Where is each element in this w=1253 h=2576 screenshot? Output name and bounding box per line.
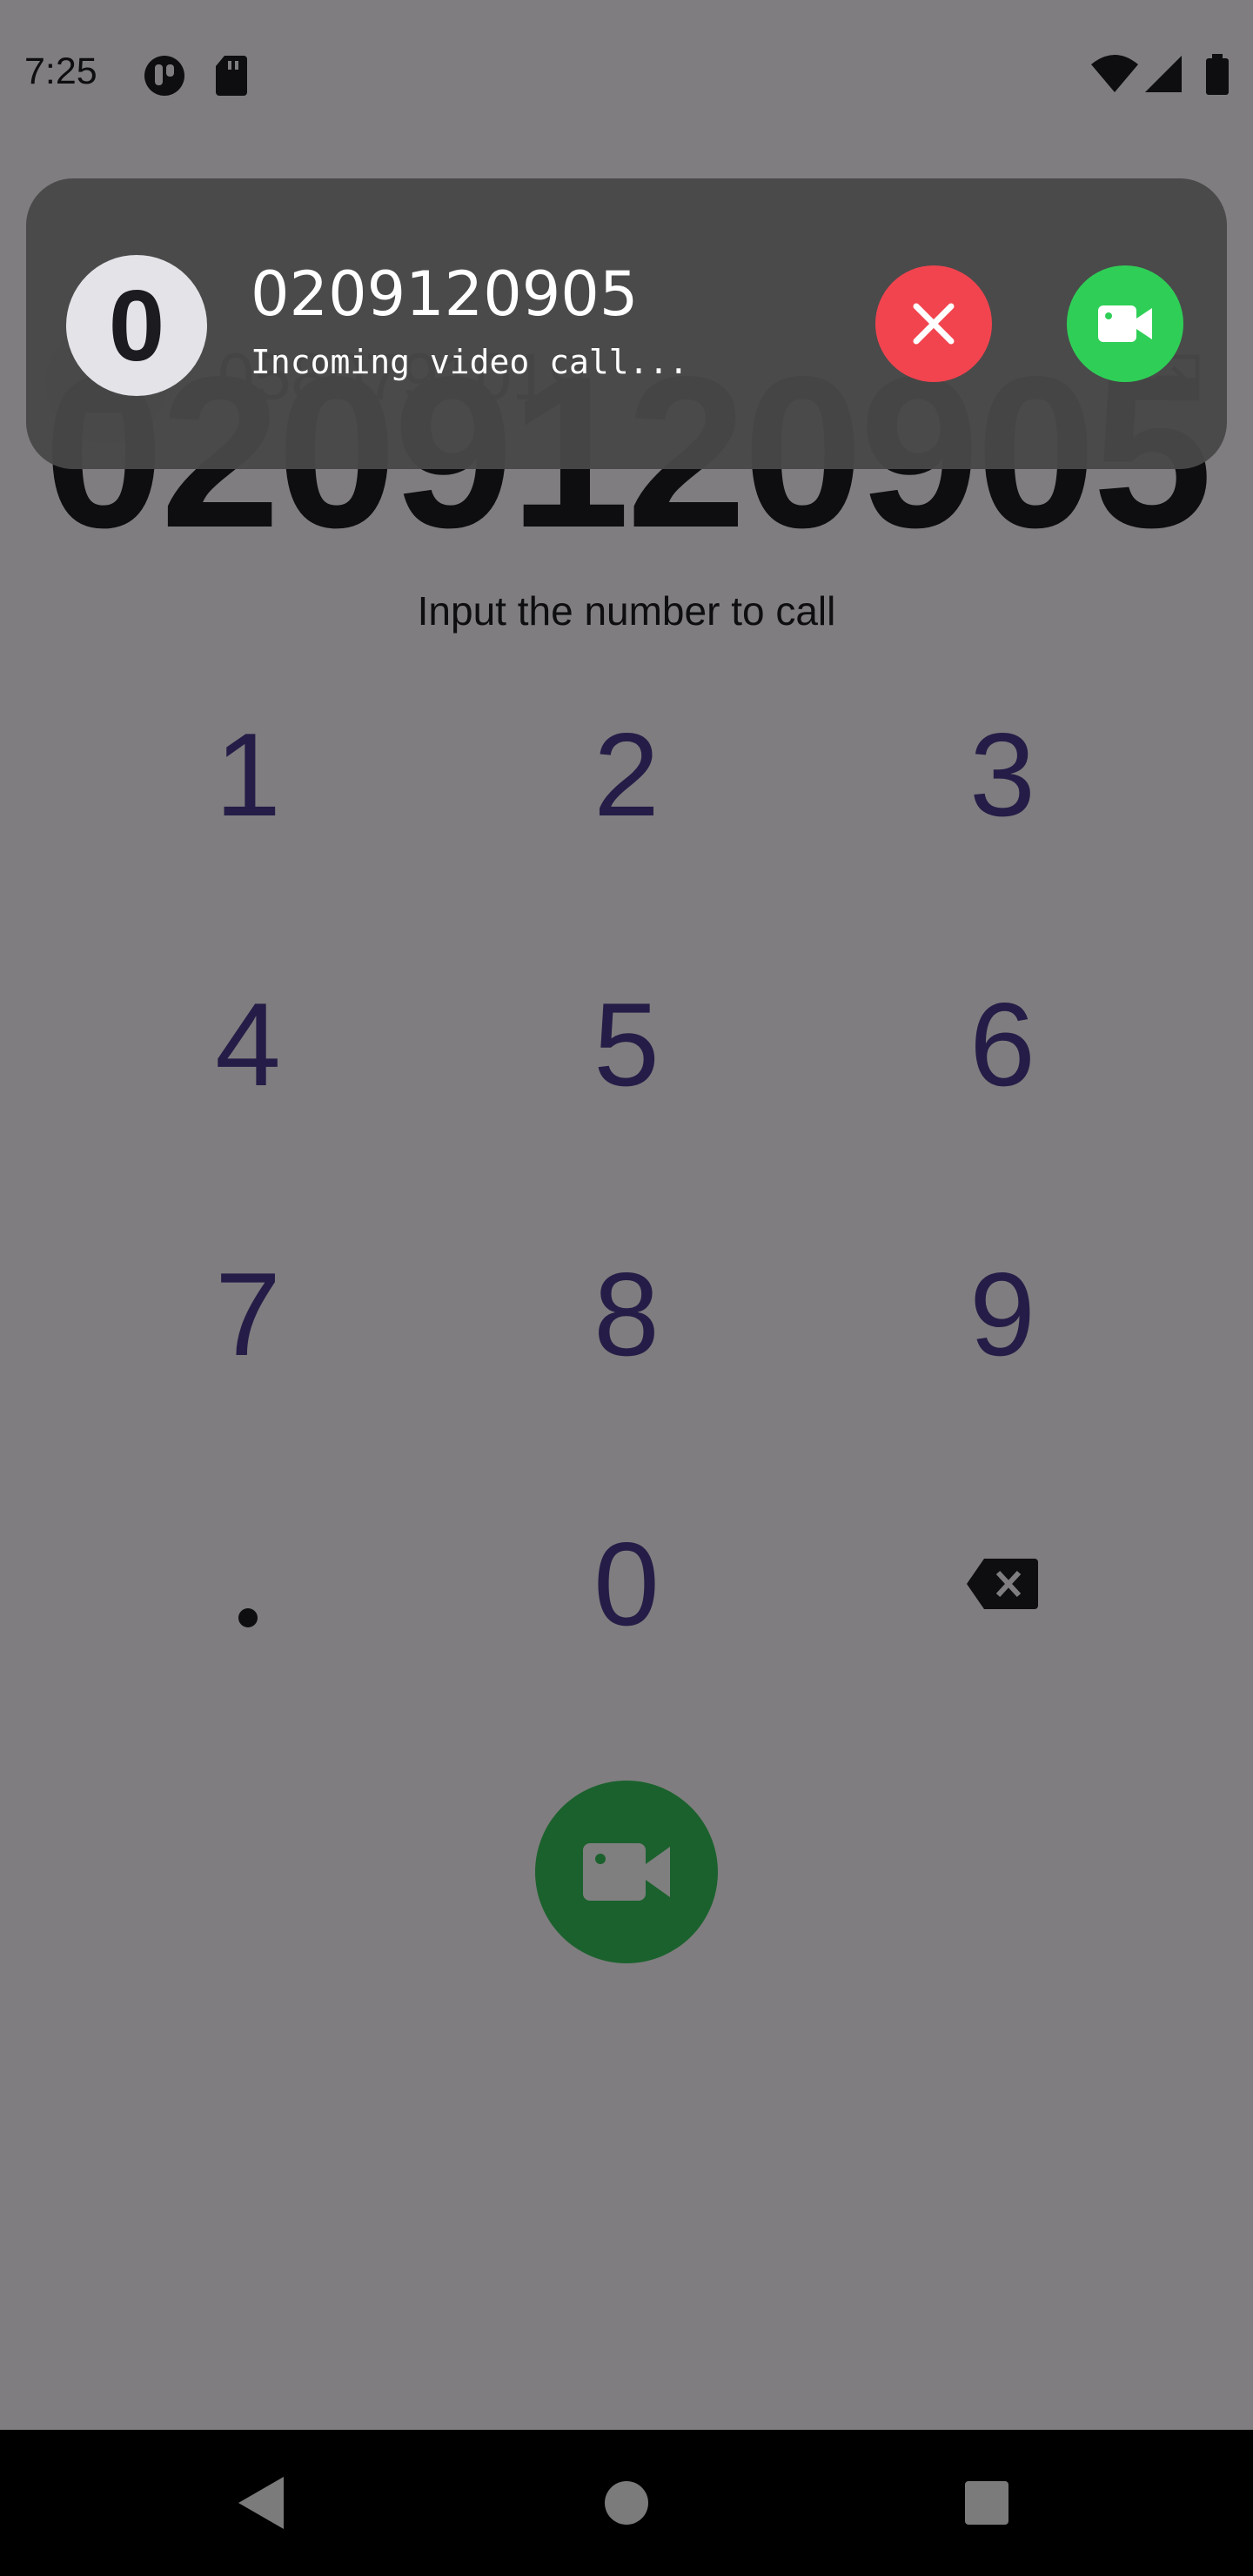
caller-avatar: 0 (66, 255, 207, 396)
incoming-caller-number: 0209120905 (251, 258, 639, 330)
nav-home-button[interactable] (539, 2430, 714, 2576)
nav-recents-button[interactable] (900, 2430, 1074, 2576)
incoming-call-banner[interactable]: 0 0209120905 Incoming video call... (26, 178, 1227, 469)
incoming-call-status: Incoming video call... (251, 343, 689, 381)
close-icon (913, 303, 955, 345)
back-icon (238, 2477, 284, 2529)
decline-call-button[interactable] (875, 265, 992, 382)
videocam-icon (1098, 305, 1152, 342)
home-icon (605, 2481, 648, 2525)
accept-video-call-button[interactable] (1067, 265, 1183, 382)
nav-back-button[interactable] (174, 2430, 348, 2576)
recents-icon (965, 2481, 1008, 2525)
system-nav-bar (0, 2430, 1253, 2576)
